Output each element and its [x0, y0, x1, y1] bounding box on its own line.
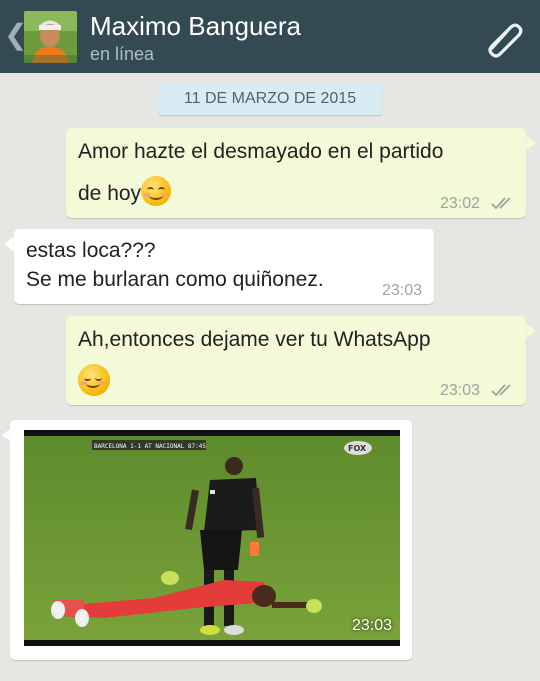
shared-photo[interactable]: BARCELONA 1-1 AT NACIONAL 87:45 FOX 23:0…	[24, 430, 400, 646]
message-text: Amor hazte el desmayado en el partido	[78, 140, 444, 163]
contact-name[interactable]: Maximo Banguera	[90, 10, 301, 42]
message-text: Ah,entonces dejame ver tu WhatsApp	[78, 328, 431, 351]
message-bubble-incoming[interactable]: estas loca??? Se me burlaran como quiñon…	[14, 229, 434, 304]
paperclip-icon[interactable]	[482, 18, 524, 58]
message-bubble-outgoing[interactable]: Amor hazte el desmayado en el partido de…	[66, 128, 526, 218]
smiling-face-icon	[141, 176, 172, 206]
message-bubble-outgoing[interactable]: Ah,entonces dejame ver tu WhatsApp 23:03	[66, 316, 526, 405]
message-time: 23:03	[382, 282, 423, 299]
contact-avatar[interactable]	[24, 11, 77, 63]
image-message-bubble[interactable]: BARCELONA 1-1 AT NACIONAL 87:45 FOX 23:0…	[10, 420, 412, 660]
message-text: Se me burlaran como quiñonez.	[26, 268, 324, 291]
date-separator: 11 DE MARZO DE 2015	[158, 83, 382, 115]
message-time: 23:03	[351, 617, 392, 634]
double-check-icon	[491, 197, 511, 210]
scoreboard-text: BARCELONA 1-1 AT NACIONAL 87:45	[94, 443, 206, 450]
message-time: 23:02	[440, 195, 481, 212]
chat-header: ❮ Maximo Banguera en línea	[0, 0, 540, 73]
channel-logo: FOX	[348, 444, 367, 453]
contact-status: en línea	[90, 44, 155, 64]
message-text: estas loca???	[26, 239, 156, 262]
relieved-face-icon	[78, 364, 110, 396]
message-text: de hoy	[78, 182, 142, 205]
double-check-icon	[491, 384, 511, 397]
message-time: 23:03	[440, 382, 481, 399]
